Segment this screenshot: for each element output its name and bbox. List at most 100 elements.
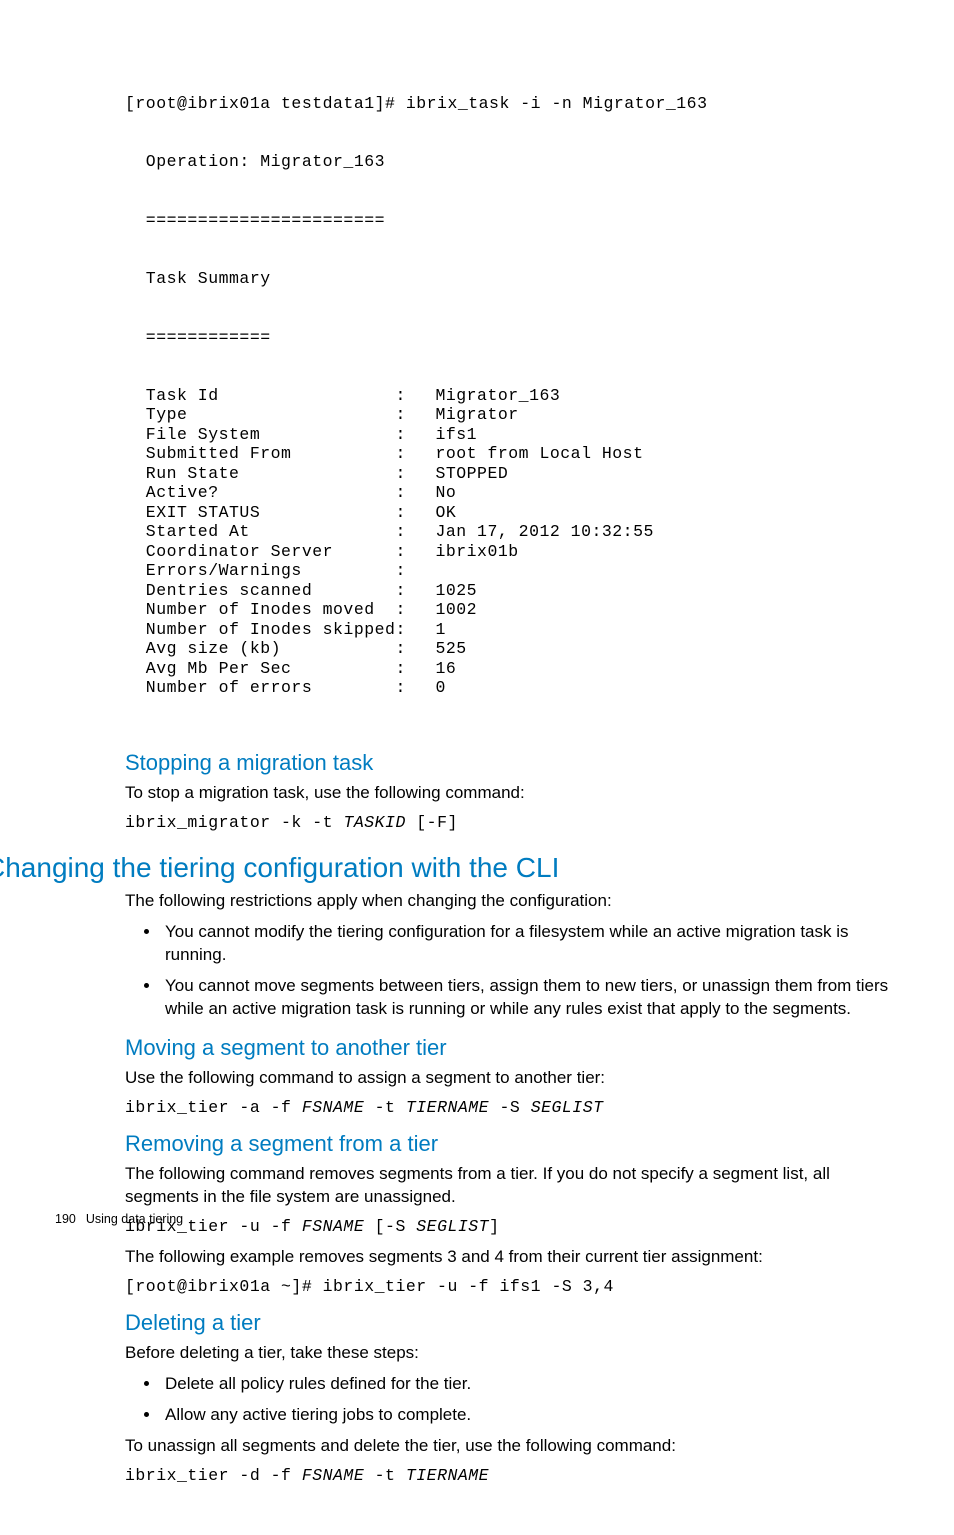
task-row: Dentries scanned: 1025: [125, 581, 654, 600]
task-value: Jan 17, 2012 10:32:55: [435, 522, 653, 541]
task-label: Dentries scanned: [125, 581, 395, 600]
task-row: Active?: No: [125, 483, 654, 502]
task-label: Type: [125, 405, 395, 424]
task-colon: :: [395, 425, 435, 444]
page-number: 190: [55, 1212, 76, 1226]
task-label: Run State: [125, 464, 395, 483]
task-value: STOPPED: [435, 464, 653, 483]
task-value: 525: [435, 639, 653, 658]
task-row: Number of errors: 0: [125, 678, 654, 697]
task-value: Migrator: [435, 405, 653, 424]
code-variable: TASKID: [343, 813, 405, 832]
task-colon: :: [395, 542, 435, 561]
task-row: Task Id: Migrator_163: [125, 386, 654, 405]
code-text: ]: [489, 1217, 499, 1236]
list-item: You cannot modify the tiering configurat…: [161, 921, 899, 967]
task-colon: :: [395, 483, 435, 502]
task-value: [435, 561, 653, 580]
code-text: -S: [489, 1098, 531, 1117]
task-label: Avg size (kb): [125, 639, 395, 658]
task-row: Coordinator Server: ibrix01b: [125, 542, 654, 561]
task-value: No: [435, 483, 653, 502]
code-text: [-S: [364, 1217, 416, 1236]
command-delete-tier: ibrix_tier -d -f FSNAME -t TIERNAME: [125, 1466, 899, 1485]
task-colon: :: [395, 678, 435, 697]
code-text: [-F]: [406, 813, 458, 832]
terminal-header: Operation: Migrator_163: [125, 152, 899, 171]
task-row: EXIT STATUS: OK: [125, 503, 654, 522]
task-row: Started At: Jan 17, 2012 10:32:55: [125, 522, 654, 541]
task-label: Avg Mb Per Sec: [125, 659, 395, 678]
chapter-name: Using data tiering: [86, 1212, 183, 1226]
body-text: To unassign all segments and delete the …: [125, 1435, 899, 1458]
task-colon: :: [395, 561, 435, 580]
task-label: Number of Inodes moved: [125, 600, 395, 619]
code-variable: SEGLIST: [416, 1217, 489, 1236]
task-summary-table: Task Id: Migrator_163 Type: Migrator Fil…: [125, 386, 654, 698]
task-label: Number of Inodes skipped: [125, 620, 395, 639]
list-item: Allow any active tiering jobs to complet…: [161, 1404, 899, 1427]
body-text: The following command removes segments f…: [125, 1163, 899, 1209]
delete-steps-list: Delete all policy rules defined for the …: [125, 1373, 899, 1427]
task-row: File System: ifs1: [125, 425, 654, 444]
code-variable: TIERNAME: [406, 1098, 489, 1117]
body-text: Before deleting a tier, take these steps…: [125, 1342, 899, 1365]
heading-stopping-migration: Stopping a migration task: [125, 750, 899, 776]
list-item: You cannot move segments between tiers, …: [161, 975, 899, 1021]
task-label: Started At: [125, 522, 395, 541]
body-text: Use the following command to assign a se…: [125, 1067, 899, 1090]
task-label: Active?: [125, 483, 395, 502]
body-text: To stop a migration task, use the follow…: [125, 782, 899, 805]
task-colon: :: [395, 405, 435, 424]
task-row: Number of Inodes skipped: 1: [125, 620, 654, 639]
heading-removing-segment: Removing a segment from a tier: [125, 1131, 899, 1157]
command-stop-migrator: ibrix_migrator -k -t TASKID [-F]: [125, 813, 899, 832]
terminal-header: Task Summary: [125, 269, 899, 288]
task-label: EXIT STATUS: [125, 503, 395, 522]
body-text: The following example removes segments 3…: [125, 1246, 899, 1269]
command-remove-segment: ibrix_tier -u -f FSNAME [-S SEGLIST]: [125, 1217, 899, 1236]
task-label: Errors/Warnings: [125, 561, 395, 580]
heading-changing-tiering: Changing the tiering configuration with …: [0, 852, 899, 884]
task-colon: :: [395, 639, 435, 658]
task-colon: :: [395, 464, 435, 483]
task-colon: :: [395, 444, 435, 463]
task-label: Submitted From: [125, 444, 395, 463]
code-text: -t: [364, 1466, 406, 1485]
task-colon: :: [395, 581, 435, 600]
task-row: Run State: STOPPED: [125, 464, 654, 483]
task-label: Number of errors: [125, 678, 395, 697]
code-variable: TIERNAME: [406, 1466, 489, 1485]
restriction-list: You cannot modify the tiering configurat…: [125, 921, 899, 1021]
task-value: 1025: [435, 581, 653, 600]
code-variable: SEGLIST: [531, 1098, 604, 1117]
body-text: The following restrictions apply when ch…: [125, 890, 899, 913]
task-row: Submitted From: root from Local Host: [125, 444, 654, 463]
terminal-command: [root@ibrix01a testdata1]# ibrix_task -i…: [125, 94, 899, 113]
task-value: ibrix01b: [435, 542, 653, 561]
task-colon: :: [395, 386, 435, 405]
task-label: Coordinator Server: [125, 542, 395, 561]
task-colon: :: [395, 600, 435, 619]
task-value: Migrator_163: [435, 386, 653, 405]
code-text: ibrix_migrator -k -t: [125, 813, 343, 832]
code-text: ibrix_tier -a -f: [125, 1098, 302, 1117]
code-variable: FSNAME: [302, 1217, 364, 1236]
task-value: 1: [435, 620, 653, 639]
task-value: 1002: [435, 600, 653, 619]
task-colon: :: [395, 522, 435, 541]
task-label: File System: [125, 425, 395, 444]
task-value: OK: [435, 503, 653, 522]
task-row: Avg Mb Per Sec: 16: [125, 659, 654, 678]
task-colon: :: [395, 503, 435, 522]
task-value: ifs1: [435, 425, 653, 444]
command-move-segment: ibrix_tier -a -f FSNAME -t TIERNAME -S S…: [125, 1098, 899, 1117]
terminal-header: ============: [125, 328, 899, 347]
code-variable: FSNAME: [302, 1098, 364, 1117]
task-colon: :: [395, 659, 435, 678]
task-row: Avg size (kb): 525: [125, 639, 654, 658]
task-row: Number of Inodes moved: 1002: [125, 600, 654, 619]
code-variable: FSNAME: [302, 1466, 364, 1485]
task-value: 0: [435, 678, 653, 697]
task-label: Task Id: [125, 386, 395, 405]
